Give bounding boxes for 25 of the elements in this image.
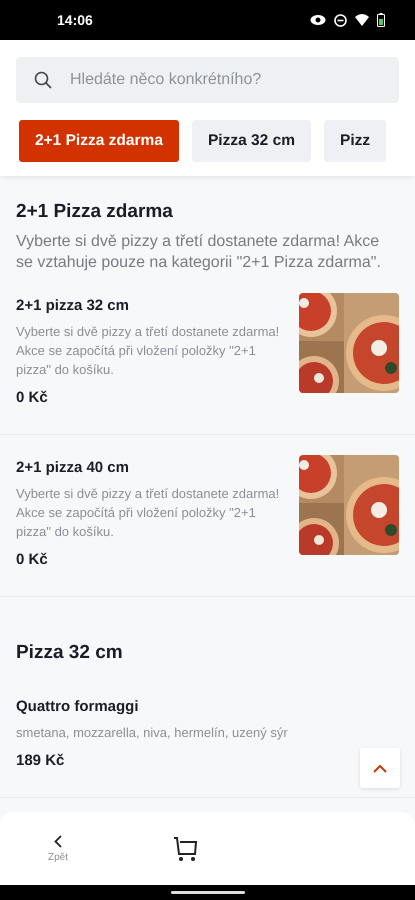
status-time: 14:06 (57, 12, 93, 28)
cart-button[interactable] (173, 836, 200, 862)
eye-icon (310, 14, 326, 26)
category-tab[interactable]: Pizza 32 cm (192, 120, 311, 162)
category-tab[interactable]: Pizz (324, 120, 386, 162)
cart-icon (173, 836, 200, 862)
wifi-icon (355, 14, 369, 26)
chevron-left-icon (54, 834, 62, 848)
chevron-up-icon (373, 764, 387, 772)
section-title: Pizza 32 cm (16, 642, 124, 664)
product-name[interactable]: Quattro formaggi (16, 698, 399, 715)
product-description: smetana, mozzarella, niva, hermelín, uzený sýr (16, 724, 289, 742)
do-not-disturb-icon (334, 14, 347, 26)
product-description: Vyberte si dvě pizzy a třetí dostanete zdarma! Akce se započítá při vložení položky "2+1 pizza" do košíku. (16, 485, 280, 541)
product-price: 189 Kč (16, 752, 64, 769)
section-title: 2+1 Pizza zdarma (16, 201, 174, 223)
product-name[interactable]: 2+1 pizza 40 cm (16, 459, 287, 476)
battery-icon (377, 13, 385, 27)
product-price: 0 Kč (16, 389, 48, 406)
product-description: Vyberte si dvě pizzy a třetí dostanete zdarma! Akce se započítá při vložení položky "2+1 pizza" do košíku. (16, 323, 280, 379)
product-price: 0 Kč (16, 551, 48, 568)
search-field[interactable]: Hledáte něco konkrétního? (16, 57, 399, 103)
product-name[interactable]: 2+1 pizza 32 cm (16, 297, 287, 314)
search-icon (34, 71, 52, 89)
section-description: Vyberte si dvě pizzy a třetí dostanete zdarma! Akce se vztahuje pouze na kategorii "2+1 Pizza zdarma". (16, 232, 382, 273)
